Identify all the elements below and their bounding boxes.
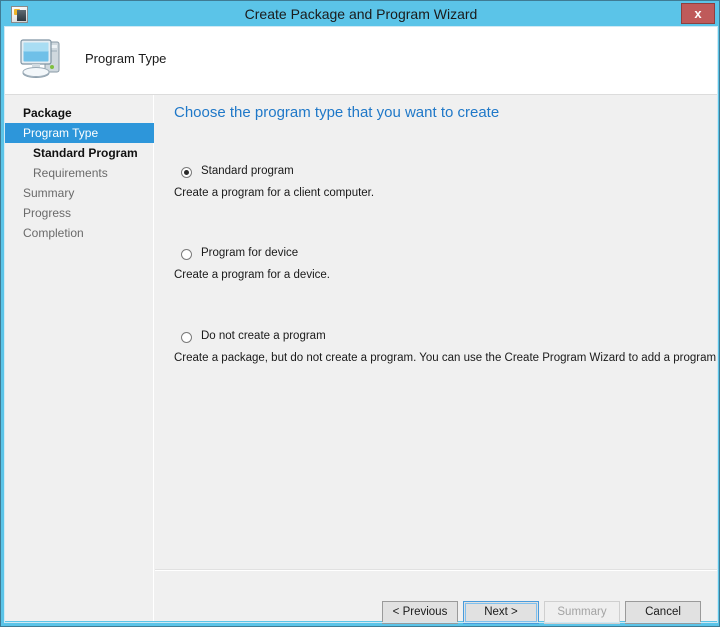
sidebar-item-standard-program[interactable]: Standard Program	[5, 143, 154, 163]
radio-do-not-create-program[interactable]	[181, 332, 192, 343]
content-heading: Choose the program type that you want to…	[174, 104, 500, 121]
radio-program-for-device[interactable]	[181, 249, 192, 260]
option-desc-do-not-create-program: Create a package, but do not create a pr…	[174, 352, 720, 364]
cancel-button[interactable]: Cancel	[625, 601, 701, 624]
wizard-steps-sidebar: Package Program Type Standard Program Re…	[5, 95, 154, 621]
option-desc-program-for-device: Create a program for a device.	[174, 269, 330, 281]
sidebar-item-package[interactable]: Package	[5, 103, 154, 123]
option-desc-standard-program: Create a program for a client computer.	[174, 187, 375, 199]
option-label-standard-program: Standard program	[201, 165, 294, 177]
option-label-program-for-device: Program for device	[201, 247, 299, 259]
option-label-do-not-create-program: Do not create a program	[201, 330, 326, 342]
window-title: Create Package and Program Wizard	[244, 6, 478, 22]
page-title: Program Type	[85, 51, 167, 66]
previous-button[interactable]: < Previous	[382, 601, 458, 624]
computer-monitor-icon	[17, 34, 71, 86]
wizard-header: Program Type	[5, 27, 717, 95]
wizard-window: Create Package and Program Wizard x Prog…	[0, 0, 720, 627]
wizard-body: Package Program Type Standard Program Re…	[5, 95, 720, 624]
sidebar-item-program-type[interactable]: Program Type	[5, 123, 154, 143]
close-icon[interactable]: x	[681, 3, 715, 24]
sidebar-item-summary[interactable]: Summary	[5, 183, 154, 203]
wizard-content: Choose the program type that you want to…	[155, 95, 720, 621]
radio-standard-program[interactable]	[181, 167, 192, 178]
sidebar-item-requirements[interactable]: Requirements	[5, 163, 154, 183]
summary-button: Summary	[544, 601, 620, 624]
wizard-footer: < Previous Next > Summary Cancel	[155, 571, 717, 624]
sidebar-item-progress[interactable]: Progress	[5, 203, 154, 223]
title-bar: Create Package and Program Wizard x	[1, 1, 719, 27]
next-button[interactable]: Next >	[463, 601, 539, 624]
sidebar-item-completion[interactable]: Completion	[5, 223, 154, 243]
